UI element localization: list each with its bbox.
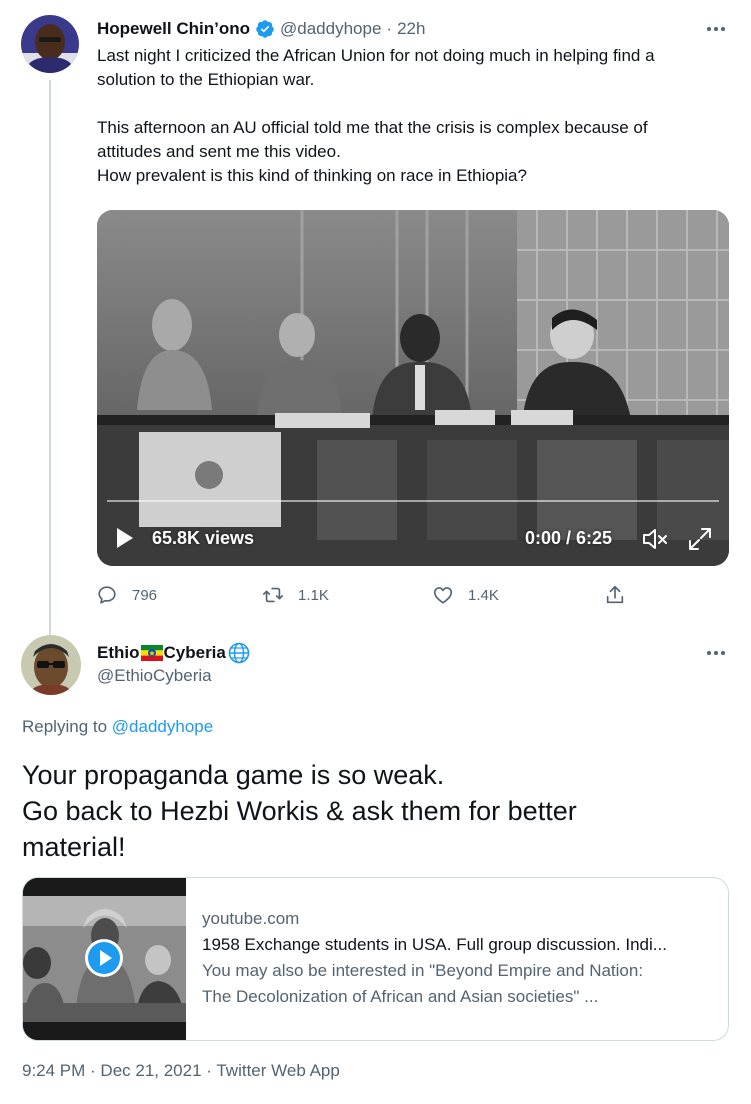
youtube-play-icon[interactable] — [84, 938, 124, 978]
reply-button[interactable]: 796 — [96, 582, 157, 608]
video-time: 0:00 / 6:25 — [525, 528, 613, 548]
tweet-text: Last night I criticized the African Unio… — [97, 44, 729, 188]
tweet-meta-footer[interactable]: 9:24 PM · Dec 21, 2021 · Twitter Web App — [22, 1061, 340, 1081]
author-avatar[interactable] — [21, 15, 79, 73]
retweet-icon — [263, 587, 283, 603]
reply-author-avatar[interactable] — [21, 635, 81, 695]
globe-icon — [228, 642, 250, 664]
tweet-text-line: This afternoon an AU official told me th… — [97, 118, 648, 137]
thread-connector — [49, 80, 51, 635]
replying-to-link[interactable]: @daddyhope — [112, 717, 213, 736]
like-button[interactable]: 1.4K — [432, 582, 499, 608]
link-preview-thumbnail — [23, 878, 186, 1040]
author-handle[interactable]: @daddyhope — [280, 19, 381, 39]
reply-icon — [98, 586, 116, 604]
reply-text-line: Go back to Hezbi Workis & ask them for b… — [22, 796, 577, 826]
replying-prefix: Replying to — [22, 717, 108, 736]
more-icon[interactable] — [703, 20, 729, 38]
reply-name-part: Ethio — [97, 643, 140, 662]
link-title: 1958 Exchange students in USA. Full grou… — [202, 935, 667, 954]
reply-text-line: material! — [22, 832, 126, 862]
play-icon[interactable] — [115, 526, 135, 550]
link-description-line: You may also be interested in "Beyond Em… — [202, 961, 644, 980]
replying-to: Replying to @daddyhope — [22, 717, 213, 737]
separator-dot: · — [386, 19, 393, 38]
tweet-text-line: How prevalent is this kind of thinking o… — [97, 166, 527, 185]
link-description-line: The Decolonization of African and Asian … — [202, 987, 599, 1006]
tweet-text-line: attitudes and sent me this video. — [97, 142, 341, 161]
video-progress-bar[interactable] — [107, 500, 719, 502]
link-domain: youtube.com — [202, 909, 300, 928]
video-views: 65.8K views — [152, 528, 255, 548]
retweet-button[interactable]: 1.1K — [262, 582, 329, 608]
verified-badge-icon — [256, 20, 274, 38]
reply-name-part: Cyberia — [163, 643, 226, 662]
share-button[interactable] — [604, 582, 626, 608]
like-count: 1.4K — [468, 586, 499, 604]
video-frame — [97, 210, 729, 566]
more-icon[interactable] — [703, 644, 729, 662]
link-preview-body: youtube.com 1958 Exchange students in US… — [186, 878, 667, 1040]
video-player[interactable]: 65.8K views 0:00 / 6:25 — [97, 210, 729, 566]
reply-count: 796 — [132, 586, 158, 604]
link-preview-card[interactable]: youtube.com 1958 Exchange students in US… — [22, 877, 729, 1041]
tweet-text-line: solution to the Ethiopian war. — [97, 70, 315, 89]
reply-author-name[interactable]: Ethio Cyberia — [97, 641, 251, 665]
tweet-header: Hopewell Chin’ono @daddyhope · 22h — [97, 17, 425, 41]
tweet-text-line: Last night I criticized the African Unio… — [97, 46, 655, 65]
fullscreen-icon[interactable] — [687, 526, 713, 552]
retweet-count: 1.1K — [298, 586, 329, 604]
reply-text: Your propaganda game is so weak. Go back… — [22, 757, 732, 865]
ethiopia-flag-icon — [140, 645, 163, 661]
share-icon — [606, 585, 624, 604]
tweet-timestamp[interactable]: 22h — [397, 19, 425, 39]
author-name[interactable]: Hopewell Chin’ono — [97, 19, 250, 39]
like-icon — [433, 587, 453, 604]
reply-text-line: Your propaganda game is so weak. — [22, 760, 445, 790]
mute-icon[interactable] — [641, 526, 669, 552]
reply-author-handle[interactable]: @EthioCyberia — [97, 666, 212, 686]
